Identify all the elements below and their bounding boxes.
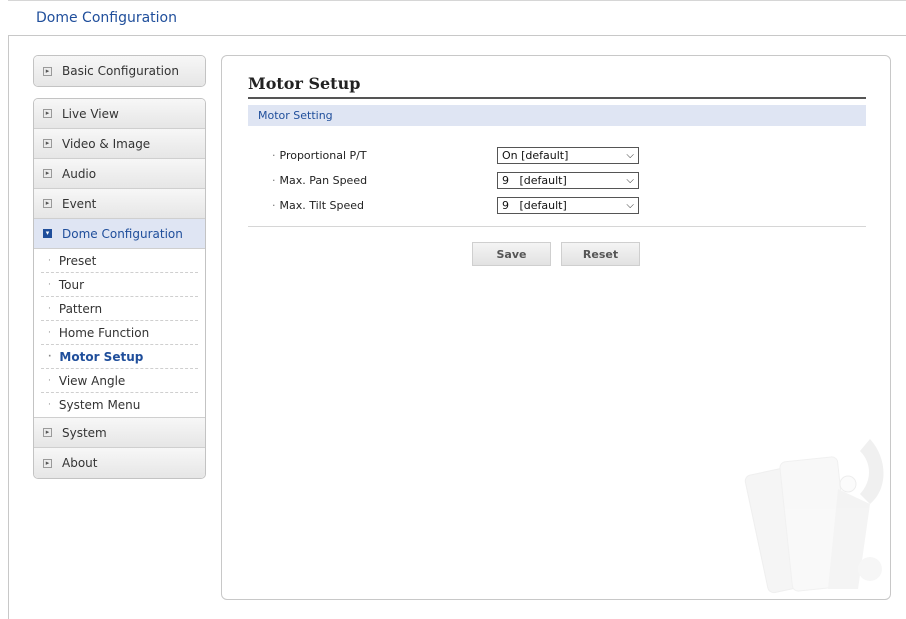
submenu-item-label: Motor Setup (59, 349, 144, 364)
expand-arrow-icon: ▸ (43, 169, 52, 178)
sidebar-item-dome-configuration[interactable]: ▾ Dome Configuration (34, 219, 205, 249)
dome-config-submenu: · Preset · Tour · Pattern · Home Functio… (34, 249, 205, 418)
basic-config-box: ▸ Basic Configuration (33, 55, 206, 87)
field-label: · Max. Pan Speed (272, 173, 368, 187)
bullet-dot-icon: · (48, 375, 51, 386)
expand-arrow-icon: ▸ (43, 66, 52, 76)
submenu-item-label: Preset (58, 253, 97, 268)
save-button[interactable]: Save (472, 242, 551, 266)
submenu-item-tour[interactable]: · Tour (41, 273, 198, 297)
submenu-item-label: View Angle (58, 373, 126, 388)
app-title: Dome Configuration (36, 10, 177, 26)
chevron-down-icon: ⌵ (626, 199, 634, 211)
bullet-dot-icon: · (48, 400, 51, 410)
submenu-item-label: Home Function (58, 325, 150, 340)
sidebar-item-event[interactable]: ▸ Event (34, 189, 205, 219)
bullet-dot-icon: · (48, 327, 51, 338)
submenu-item-label: Tour (58, 277, 85, 292)
field-row-max-tilt-speed: · Max. Tilt Speed 9 [default] ⌵ (272, 196, 639, 214)
expand-arrow-icon: ▸ (43, 139, 52, 148)
sidebar-item-label: System (62, 425, 107, 440)
sidebar-item-about[interactable]: ▸ About (34, 448, 205, 478)
max-tilt-speed-select[interactable]: 9 [default] ⌵ (497, 196, 639, 214)
sidebar-item-label: Basic Configuration (62, 64, 179, 78)
submenu-item-home-function[interactable]: · Home Function (41, 321, 198, 345)
select-value: On [default] (502, 148, 569, 162)
submenu-item-pattern[interactable]: · Pattern (41, 297, 198, 321)
section-header: Motor Setting (248, 105, 866, 126)
field-row-max-pan-speed: · Max. Pan Speed 9 [default] ⌵ (272, 171, 639, 189)
chevron-down-icon: ⌵ (626, 174, 634, 186)
reset-button[interactable]: Reset (561, 242, 640, 266)
collapse-arrow-icon: ▾ (43, 229, 52, 238)
sidebar-item-video-image[interactable]: ▸ Video & Image (34, 129, 205, 159)
page-title: Motor Setup (248, 74, 866, 99)
sidebar-item-audio[interactable]: ▸ Audio (34, 159, 205, 189)
sidebar-item-system[interactable]: ▸ System (34, 418, 205, 448)
max-pan-speed-select[interactable]: 9 [default] ⌵ (497, 171, 639, 189)
expand-arrow-icon: ▸ (43, 109, 52, 118)
sidebar: ▸ Basic Configuration ▸ Live View ▸ Vide… (33, 55, 206, 479)
bullet-dot-icon: · (48, 279, 51, 290)
submenu-item-label: Pattern (58, 301, 103, 316)
sidebar-item-label: Dome Configuration (62, 226, 183, 241)
submenu-item-motor-setup[interactable]: · Motor Setup (41, 345, 198, 369)
main-panel: Motor Setup Motor Setting · Proportional … (221, 55, 891, 600)
chevron-down-icon: ⌵ (626, 149, 634, 161)
field-label: · Proportional P/T (272, 148, 367, 162)
field-label: · Max. Tilt Speed (272, 198, 365, 212)
sidebar-item-label: About (62, 456, 98, 470)
submenu-item-system-menu[interactable]: · System Menu (41, 393, 198, 417)
divider (248, 226, 866, 227)
expand-arrow-icon: ▸ (43, 199, 52, 208)
proportional-pt-select[interactable]: On [default] ⌵ (497, 146, 639, 164)
submenu-item-label: System Menu (58, 398, 141, 412)
select-value: 9 [default] (502, 173, 567, 187)
bullet-dot-icon: · (48, 303, 51, 314)
top-bar: Dome Configuration (8, 0, 906, 36)
expand-arrow-icon: ▸ (43, 458, 52, 468)
submenu-item-view-angle[interactable]: · View Angle (41, 369, 198, 393)
sidebar-item-live-view[interactable]: ▸ Live View (34, 99, 205, 129)
expand-arrow-icon: ▸ (43, 428, 52, 437)
bullet-dot-icon: · (48, 351, 52, 362)
sidebar-item-label: Audio (62, 166, 97, 181)
submenu-item-preset[interactable]: · Preset (41, 249, 198, 273)
select-value: 9 [default] (502, 198, 567, 212)
bullet-dot-icon: · (48, 255, 51, 266)
field-row-proportional-pt: · Proportional P/T On [default] ⌵ (272, 146, 639, 164)
main-nav-box: ▸ Live View ▸ Video & Image ▸ Audio ▸ Ev… (33, 98, 206, 479)
sidebar-item-label: Live View (62, 106, 119, 121)
wrench-watermark-icon (744, 439, 884, 594)
sidebar-item-label: Event (62, 196, 97, 211)
sidebar-item-label: Video & Image (62, 136, 151, 151)
sidebar-item-basic-configuration[interactable]: ▸ Basic Configuration (34, 56, 205, 86)
